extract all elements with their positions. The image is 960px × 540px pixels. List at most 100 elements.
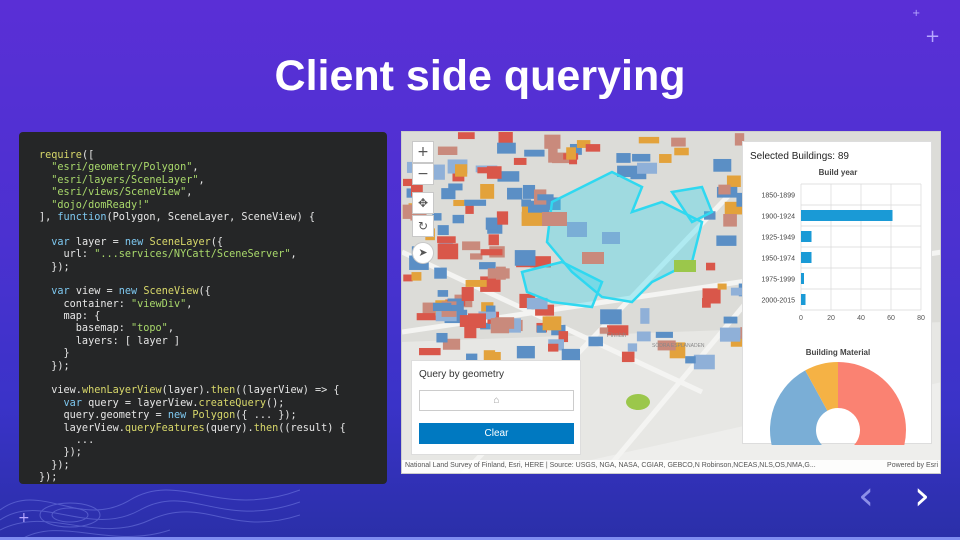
code-line: require([ [39, 150, 387, 162]
building-block [464, 199, 487, 206]
building-block [521, 211, 544, 226]
building-block [636, 331, 651, 342]
code-line: } [39, 348, 387, 360]
code-token: "esri/geometry/Polygon" [39, 162, 193, 174]
code-token: Polygon [192, 410, 236, 422]
building-block [464, 325, 477, 339]
building-block [723, 316, 738, 324]
code-token: ... [39, 434, 95, 446]
building-block [485, 217, 498, 230]
building-block [671, 137, 686, 147]
code-token: require [39, 150, 82, 161]
code-token: new [118, 286, 138, 298]
code-token: (layer). [161, 385, 211, 397]
code-token: function [57, 211, 107, 223]
code-token: "dojo/domReady!" [39, 199, 150, 211]
x-tick-label: 40 [857, 315, 865, 322]
code-token: query.geometry = [39, 410, 168, 422]
code-token: (query). [204, 422, 254, 434]
building-block [537, 194, 554, 201]
query-panel-title: Query by geometry [419, 369, 505, 380]
building-block [437, 243, 459, 260]
building-block [403, 274, 413, 282]
code-token: "...services/NYCatt/SceneServer" [94, 249, 291, 261]
building-block [521, 199, 532, 207]
scene-view-map[interactable]: Finnish SÖDRA ESPLANADEN + − ✥ ↻ ➤ Query… [401, 131, 941, 474]
building-block [718, 184, 731, 195]
code-token: ((layerView) => { [235, 385, 340, 397]
code-line: map: { [39, 311, 387, 323]
building-block [544, 134, 561, 149]
category-label: 1975-1999 [762, 277, 796, 284]
zoom-in-button[interactable]: + [412, 141, 434, 163]
code-line: "dojo/domReady!" [39, 200, 387, 212]
code-token: SceneView [143, 286, 199, 298]
building-block [514, 250, 536, 266]
chevron-left-icon[interactable]: ‹ [858, 476, 874, 516]
code-token: layer = [69, 236, 125, 248]
building-block [548, 343, 559, 352]
building-block [513, 157, 527, 165]
zoom-out-button[interactable]: − [412, 163, 434, 185]
chevron-right-icon[interactable]: › [914, 476, 930, 516]
code-token: , [186, 187, 193, 199]
code-token: , [167, 323, 174, 335]
building-block [507, 187, 523, 200]
building-block [457, 132, 475, 140]
building-block [419, 347, 441, 356]
building-block [566, 147, 576, 160]
query-panel: Query by geometry ⌂ Clear [411, 360, 581, 455]
code-token: map: { [39, 311, 101, 323]
bar-chart-title: Build year [819, 168, 858, 177]
x-tick-label: 20 [827, 315, 835, 322]
powered-by-text: Powered by Esri [887, 462, 938, 469]
compass-icon[interactable]: ➤ [412, 242, 434, 264]
svg-text:Finnish: Finnish [607, 333, 626, 339]
code-token: ([ [81, 150, 95, 161]
building-block [638, 136, 660, 144]
code-line: basemap: "topo", [39, 323, 387, 335]
sparkle-icon: + [912, 8, 921, 19]
code-token: , [290, 249, 297, 261]
building-block [480, 183, 495, 199]
bar [801, 273, 804, 284]
sparkle-icon: + [18, 510, 30, 526]
building-block [632, 153, 651, 162]
building-block [640, 308, 650, 324]
building-block [470, 253, 483, 260]
code-token: then [210, 385, 236, 397]
clear-button[interactable]: Clear [419, 423, 574, 444]
building-block [693, 354, 715, 370]
pan-icon[interactable]: ✥ [412, 192, 434, 214]
building-block [479, 262, 496, 270]
code-token: , [198, 174, 205, 186]
building-block [716, 235, 737, 246]
building-block [524, 149, 545, 157]
code-token: new [124, 236, 144, 248]
code-token: "viewDiv" [131, 298, 187, 310]
code-token: var [63, 397, 82, 409]
building-block [516, 345, 535, 359]
building-block [453, 199, 465, 207]
code-token: container: [39, 298, 132, 310]
building-block [416, 313, 439, 321]
polygon-draw-button[interactable]: ⌂ [419, 390, 574, 411]
code-line: }); [39, 262, 387, 274]
code-token: ((result) { [278, 422, 346, 434]
category-label: 1925-1949 [762, 235, 796, 242]
code-line: }); [39, 472, 387, 484]
code-line: "esri/geometry/Polygon", [39, 162, 387, 174]
building-block [497, 142, 516, 154]
rotate-icon[interactable]: ↻ [412, 215, 434, 237]
code-token: }); [39, 459, 70, 471]
category-label: 2000-2015 [762, 298, 796, 305]
code-line: ], function(Polygon, SceneLayer, SceneVi… [39, 212, 387, 224]
building-block [465, 279, 487, 287]
building-block [548, 147, 558, 163]
code-line: }); [39, 460, 387, 472]
building-block [674, 147, 689, 156]
code-token: query = layerView. [81, 397, 199, 409]
code-token: SceneLayer [149, 236, 211, 248]
building-block [542, 316, 562, 331]
